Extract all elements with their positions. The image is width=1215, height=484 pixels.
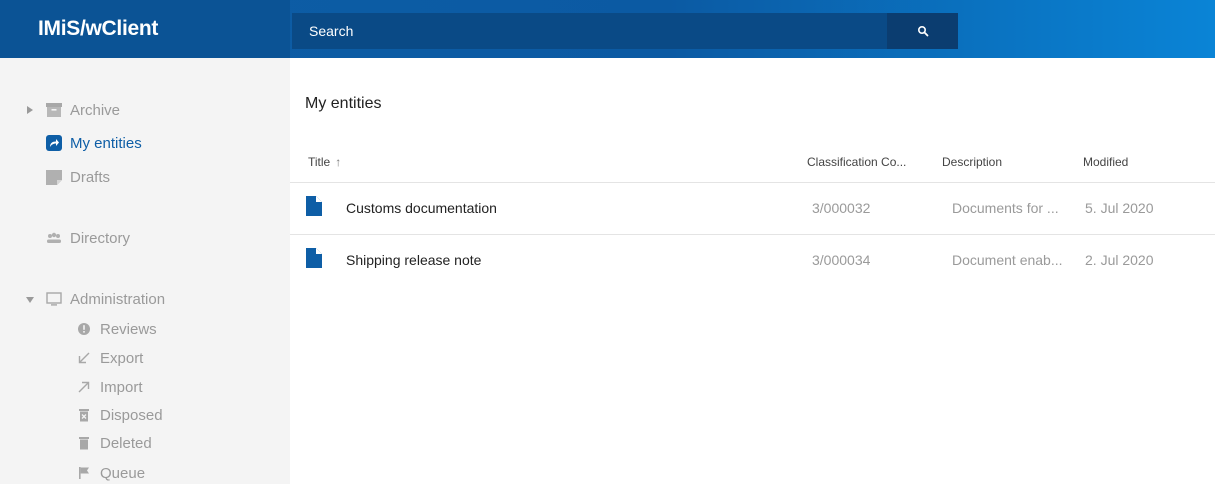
arrow-up-right-icon	[76, 379, 92, 395]
sidebar-item-export[interactable]: Export	[76, 348, 143, 368]
note-icon	[46, 169, 62, 185]
row-modified: 2. Jul 2020	[1085, 252, 1154, 268]
expand-archive-icon[interactable]	[25, 105, 35, 115]
sidebar-item-label: Administration	[70, 290, 166, 308]
sidebar-item-drafts[interactable]: Drafts	[46, 167, 110, 187]
row-classification: 3/000034	[812, 252, 871, 268]
row-classification: 3/000032	[812, 200, 871, 216]
sort-ascending-icon: ↑	[335, 155, 342, 169]
search-input[interactable]	[292, 13, 887, 49]
search-bar	[292, 13, 958, 49]
sidebar-item-disposed[interactable]: Disposed	[76, 405, 163, 425]
collapse-administration-icon[interactable]	[25, 295, 35, 305]
trash-icon	[76, 435, 92, 451]
row-modified: 5. Jul 2020	[1085, 200, 1154, 216]
people-icon	[46, 230, 62, 246]
alert-circle-icon	[76, 321, 92, 337]
column-header-description[interactable]: Description	[942, 155, 1002, 169]
sidebar-item-label: Directory	[70, 229, 131, 247]
search-button[interactable]	[887, 13, 958, 49]
arrow-down-left-icon	[76, 350, 92, 366]
sidebar-item-label: Archive	[70, 101, 121, 119]
sidebar-item-label: Deleted	[100, 434, 152, 452]
monitor-icon	[46, 291, 62, 307]
table-row[interactable]: Shipping release note 3/000034 Document …	[290, 234, 1215, 286]
sidebar: Archive My entities Drafts Directory Adm…	[0, 58, 290, 484]
archive-box-icon	[46, 102, 62, 118]
sidebar-item-reviews[interactable]: Reviews	[76, 319, 157, 339]
row-description: Document enab...	[952, 252, 1063, 268]
sidebar-item-queue[interactable]: Queue	[76, 463, 145, 483]
search-icon	[917, 25, 928, 37]
sidebar-item-label: Export	[100, 349, 144, 367]
row-title: Shipping release note	[346, 252, 482, 268]
sidebar-item-deleted[interactable]: Deleted	[76, 433, 152, 453]
column-header-classification[interactable]: Classification Co...	[807, 155, 906, 169]
sidebar-item-label: Queue	[100, 464, 146, 482]
page-title: My entities	[305, 95, 382, 112]
sidebar-item-label: Drafts	[70, 168, 111, 186]
row-description: Documents for ...	[952, 200, 1059, 216]
sidebar-item-archive[interactable]: Archive	[46, 100, 120, 120]
sidebar-item-label: My entities	[70, 134, 142, 152]
document-icon	[306, 196, 322, 221]
document-icon	[306, 248, 322, 273]
sidebar-item-label: Disposed	[100, 406, 163, 424]
column-header-label: Title	[308, 155, 331, 169]
sidebar-item-my-entities[interactable]: My entities	[46, 133, 142, 153]
sidebar-item-import[interactable]: Import	[76, 377, 143, 397]
brand-area: IMiS/wClient	[0, 0, 290, 58]
column-header-modified[interactable]: Modified	[1083, 155, 1128, 169]
delete-forever-icon	[76, 407, 92, 423]
main-content: My entities Title ↑ Classification Co...…	[290, 58, 1215, 484]
sidebar-item-label: Reviews	[100, 320, 157, 338]
app-header: IMiS/wClient	[0, 0, 1215, 58]
flag-icon	[76, 465, 92, 481]
app-brand[interactable]: IMiS/wClient	[38, 17, 158, 41]
share-arrow-icon	[46, 135, 62, 151]
sidebar-item-directory[interactable]: Directory	[46, 228, 130, 248]
table-row[interactable]: Customs documentation 3/000032 Documents…	[290, 182, 1215, 234]
column-header-title[interactable]: Title ↑	[308, 155, 341, 169]
sidebar-item-label: Import	[100, 378, 143, 396]
row-title: Customs documentation	[346, 200, 497, 216]
sidebar-item-administration[interactable]: Administration	[46, 289, 165, 309]
